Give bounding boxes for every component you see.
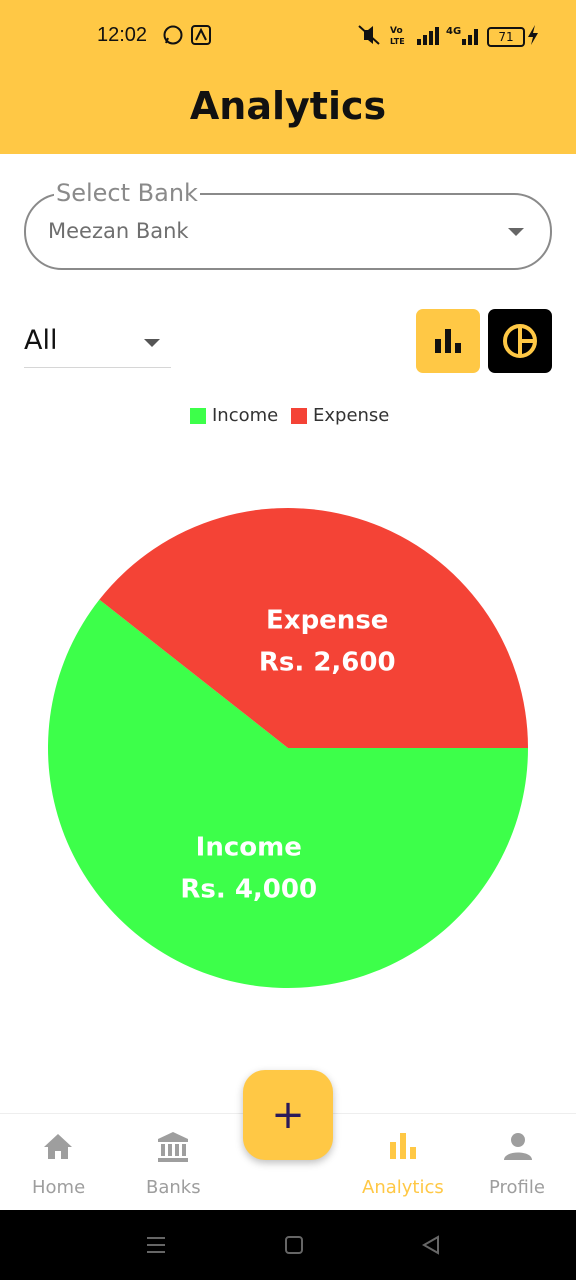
nav-label-banks: Banks bbox=[146, 1177, 201, 1198]
svg-text:LTE: LTE bbox=[390, 37, 405, 46]
chevron-down-icon bbox=[508, 228, 524, 236]
volte-icon: Vo LTE bbox=[390, 26, 405, 46]
nav-item-banks[interactable]: Banks bbox=[116, 1114, 232, 1211]
bank-select[interactable]: Select Bank Meezan Bank bbox=[24, 179, 552, 270]
bank-icon bbox=[158, 1132, 188, 1162]
home-square-icon[interactable] bbox=[284, 1235, 304, 1255]
back-icon[interactable] bbox=[421, 1235, 441, 1255]
menu-icon[interactable] bbox=[146, 1235, 166, 1255]
status-time: 12:02 bbox=[97, 24, 148, 46]
chevron-down-icon bbox=[144, 339, 160, 347]
pie-chart-icon bbox=[503, 324, 537, 358]
app-header: 12:02 Vo LTE 4G 71 Analytics bbox=[0, 0, 576, 154]
svg-text:4G: 4G bbox=[446, 26, 461, 37]
legend-swatch-income bbox=[190, 408, 206, 424]
app-notification-icon bbox=[191, 25, 211, 45]
pie-chart: Income Rs. 4,000 Expense Rs. 2,600 bbox=[0, 480, 576, 1020]
pie-label-value-expense: Rs. 2,600 bbox=[259, 648, 396, 678]
pie-chart-toggle-button[interactable] bbox=[488, 309, 552, 373]
bank-select-value: Meezan Bank bbox=[48, 219, 189, 243]
legend-swatch-expense bbox=[291, 408, 307, 424]
nav-label-home: Home bbox=[32, 1177, 86, 1198]
legend-label-expense: Expense bbox=[313, 405, 390, 426]
bar-chart-icon bbox=[435, 329, 461, 353]
nav-item-profile[interactable]: Profile bbox=[461, 1114, 576, 1211]
signal-4g-icon: 4G bbox=[446, 26, 478, 45]
whatsapp-icon bbox=[163, 25, 183, 45]
nav-label-analytics: Analytics bbox=[362, 1177, 444, 1198]
period-filter-value: All bbox=[24, 325, 58, 356]
signal-icon-1 bbox=[417, 27, 439, 45]
pie-label-name-expense: Expense bbox=[266, 606, 388, 636]
battery-level: 71 bbox=[498, 30, 514, 44]
battery-icon: 71 bbox=[487, 27, 525, 47]
pie-chart-svg: Income Rs. 4,000 Expense Rs. 2,600 bbox=[48, 507, 529, 988]
plus-icon: + bbox=[271, 1092, 305, 1138]
bank-select-label: Select Bank bbox=[54, 179, 200, 207]
nav-item-analytics[interactable]: Analytics bbox=[345, 1114, 461, 1211]
svg-text:Vo: Vo bbox=[390, 26, 403, 36]
person-icon bbox=[504, 1133, 532, 1160]
system-navigation-bar bbox=[0, 1210, 576, 1280]
add-transaction-button[interactable]: + bbox=[243, 1070, 333, 1160]
charging-icon bbox=[528, 25, 538, 45]
pie-label-value-income: Rs. 4,000 bbox=[180, 874, 317, 904]
nav-item-home[interactable]: Home bbox=[0, 1114, 116, 1211]
bar-chart-toggle-button[interactable] bbox=[416, 309, 480, 373]
chart-legend: Income Expense bbox=[0, 405, 576, 429]
pie-label-name-income: Income bbox=[196, 832, 302, 862]
status-bar: 12:02 Vo LTE 4G 71 bbox=[0, 0, 576, 72]
legend-label-income: Income bbox=[212, 405, 279, 426]
nav-label-profile: Profile bbox=[489, 1177, 545, 1198]
bar-chart-icon bbox=[390, 1133, 416, 1159]
home-icon bbox=[44, 1134, 72, 1159]
page-title: Analytics bbox=[189, 84, 387, 128]
mute-icon bbox=[358, 25, 380, 45]
period-filter-dropdown[interactable]: All bbox=[24, 322, 171, 368]
